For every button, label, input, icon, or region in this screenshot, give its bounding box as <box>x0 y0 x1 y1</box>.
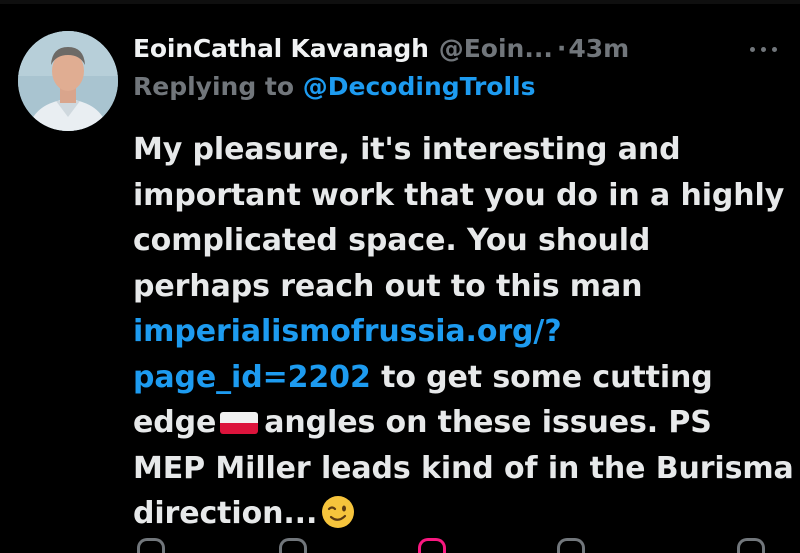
tweet-actions <box>133 538 773 553</box>
text-angles: angles on these issues. PS <box>264 405 712 440</box>
text-line-6: page_id=2202 to get some cutting <box>133 355 793 401</box>
winking-face-icon <box>322 496 355 528</box>
dot-separator: · <box>556 33 567 63</box>
share-icon[interactable] <box>737 538 765 553</box>
text-edge: edge <box>133 405 217 440</box>
more-options-icon[interactable] <box>750 44 784 54</box>
tweet-link-url-part1[interactable]: imperialismofrussia.org/? <box>133 314 562 349</box>
text-direction: direction... <box>133 496 318 531</box>
tweet-text: My pleasure, it's interesting and import… <box>133 127 794 537</box>
avatar[interactable] <box>18 31 118 131</box>
reply-icon[interactable] <box>137 538 165 553</box>
timestamp[interactable]: 43m <box>568 34 629 63</box>
avatar-image <box>18 31 118 131</box>
tweet-link-url-part2[interactable]: page_id=2202 <box>133 360 371 395</box>
replying-to-mention[interactable]: @DecodingTrolls <box>303 72 536 101</box>
tweet-header: EoinCathal Kavanagh @Eoin... · 43m <box>133 28 629 68</box>
text-line-2: important work that you do in a highly <box>133 177 785 213</box>
author-name[interactable]: EoinCathal Kavanagh <box>133 34 429 63</box>
author-handle[interactable]: @Eoin... <box>439 34 553 63</box>
text-line-7: edge angles on these issues. PS <box>133 400 793 446</box>
replying-to: Replying to @DecodingTrolls <box>133 72 535 101</box>
poland-flag-icon <box>220 412 259 434</box>
text-line-3: complicated space. You should <box>133 223 651 258</box>
retweet-icon[interactable] <box>279 538 307 553</box>
text-line-4: perhaps reach out to this man <box>133 268 643 304</box>
text-line-9: direction... <box>133 491 793 537</box>
replying-to-label: Replying to <box>133 72 295 101</box>
text-after-link: to get some cutting <box>370 359 713 395</box>
like-heart-icon[interactable] <box>418 538 446 553</box>
text-line-8: MEP Miller leads kind of in the Burisma <box>133 450 794 486</box>
views-icon[interactable] <box>557 538 585 553</box>
text-line-5: imperialismofrussia.org/? <box>133 309 793 355</box>
text-line-1: My pleasure, it's interesting and <box>133 132 681 167</box>
top-divider <box>0 0 800 4</box>
